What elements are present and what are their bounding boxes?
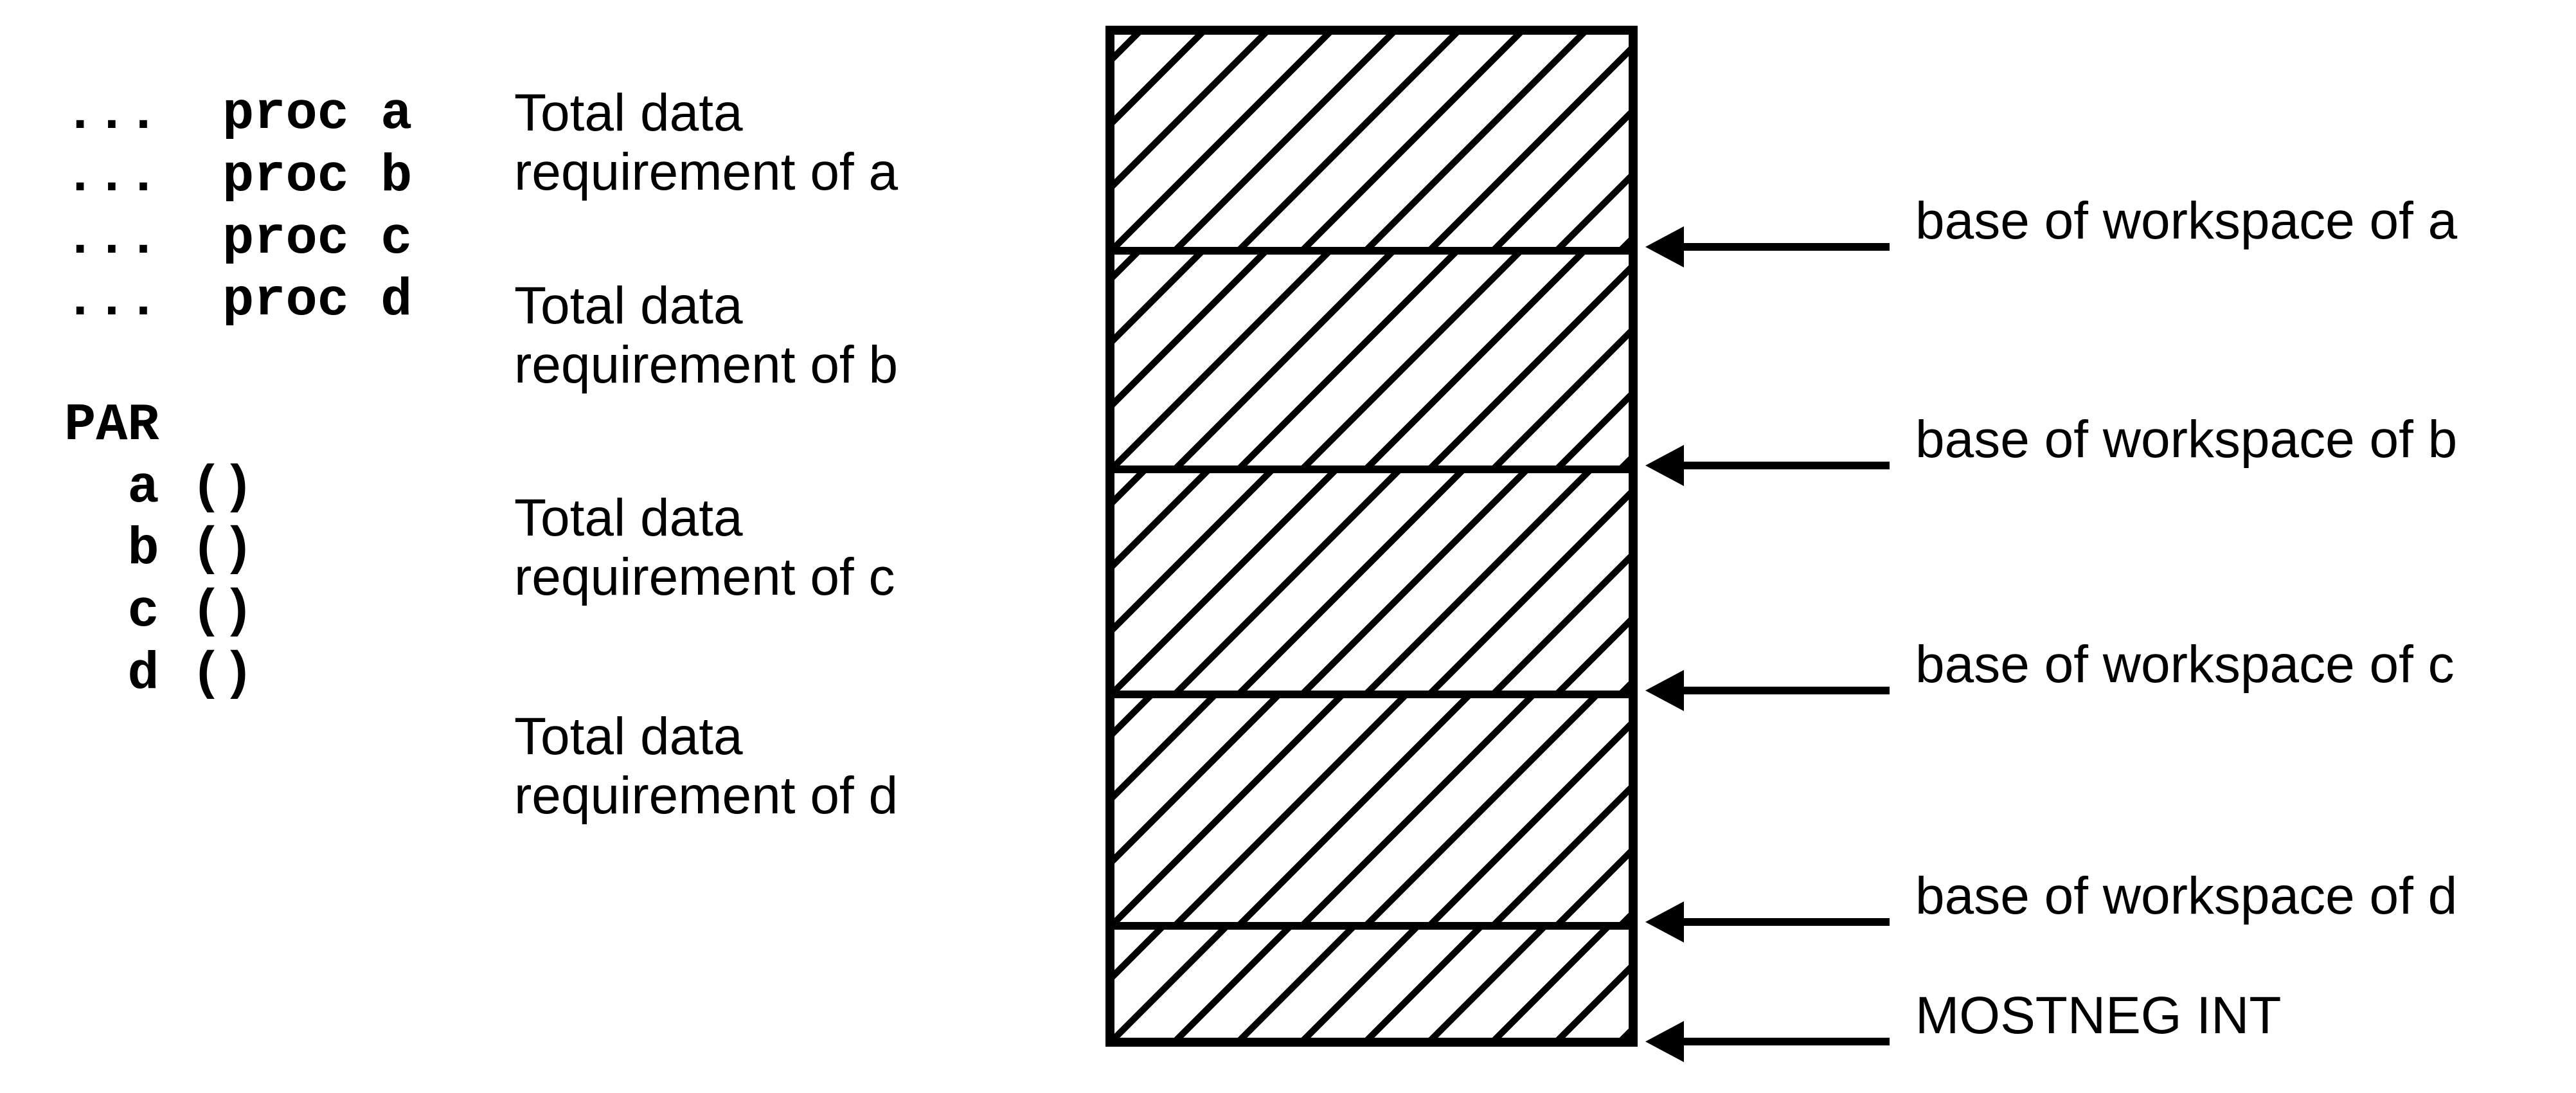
label-base-b: base of workspace of b	[1915, 410, 2457, 470]
mem-seg-d	[1114, 691, 1629, 922]
hatch-fill	[1114, 255, 1629, 465]
arrow-shaft	[1671, 918, 1890, 926]
occam-code-block: ... proc a ... proc b ... proc c ... pro…	[64, 84, 412, 706]
mem-seg-remainder	[1114, 922, 1629, 1038]
arrow-mostneg	[1645, 1035, 1890, 1048]
arrow-base-d	[1645, 916, 1890, 928]
label-mostneg: MOSTNEG INT	[1915, 986, 2281, 1046]
arrow-shaft	[1671, 1038, 1890, 1045]
mem-seg-a	[1114, 35, 1629, 247]
label-req-b: Total data requirement of b	[514, 276, 898, 395]
arrow-base-c	[1645, 684, 1890, 697]
label-base-c: base of workspace of c	[1915, 635, 2455, 695]
label-req-a: Total data requirement of a	[514, 84, 898, 202]
hatch-fill	[1114, 698, 1629, 922]
arrow-base-a	[1645, 240, 1890, 253]
label-base-a: base of workspace of a	[1915, 191, 2457, 251]
label-base-d: base of workspace of d	[1915, 866, 2457, 926]
arrow-shaft	[1671, 462, 1890, 469]
hatch-fill	[1114, 930, 1629, 1038]
label-req-c: Total data requirement of c	[514, 489, 895, 607]
hatch-fill	[1114, 473, 1629, 691]
mem-seg-c	[1114, 465, 1629, 691]
arrow-base-b	[1645, 459, 1890, 472]
memory-diagram	[1105, 26, 1638, 1047]
mem-seg-b	[1114, 247, 1629, 465]
hatch-fill	[1114, 35, 1629, 247]
arrow-shaft	[1671, 243, 1890, 251]
arrow-shaft	[1671, 687, 1890, 694]
label-req-d: Total data requirement of d	[514, 707, 898, 826]
